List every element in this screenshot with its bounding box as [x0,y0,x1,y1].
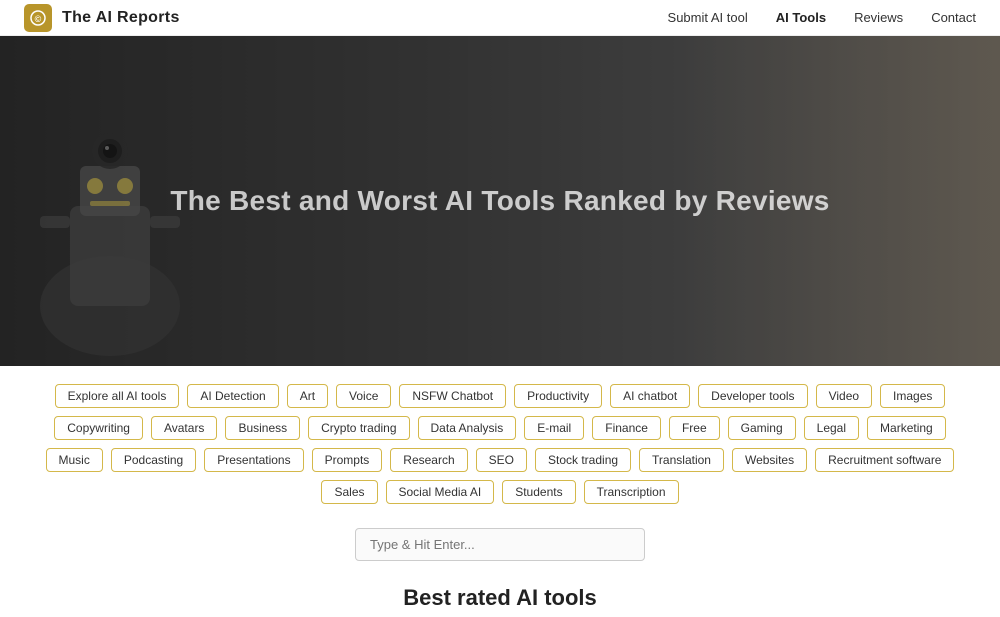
logo-icon: © [24,4,52,32]
tag-item[interactable]: Websites [732,448,807,472]
tag-item[interactable]: Video [816,384,872,408]
tag-item[interactable]: Explore all AI tools [55,384,180,408]
tag-item[interactable]: Productivity [514,384,602,408]
tag-item[interactable]: Presentations [204,448,303,472]
tag-item[interactable]: SEO [476,448,527,472]
hero-title: The Best and Worst AI Tools Ranked by Re… [170,185,829,217]
best-rated-title: Best rated AI tools [0,571,1000,617]
tag-item[interactable]: Stock trading [535,448,631,472]
tag-item[interactable]: Data Analysis [418,416,517,440]
tag-item[interactable]: Finance [592,416,661,440]
tag-item[interactable]: Art [287,384,328,408]
tags-section: Explore all AI tools AI Detection Art Voice… [0,366,1000,514]
site-title: The AI Reports [62,9,180,27]
tag-item[interactable]: Students [502,480,575,504]
tag-item[interactable]: Podcasting [111,448,196,472]
nav-contact[interactable]: Contact [931,10,976,25]
tag-item[interactable]: Voice [336,384,391,408]
tag-item[interactable]: Marketing [867,416,946,440]
tag-item[interactable]: Free [669,416,720,440]
tag-item[interactable]: AI chatbot [610,384,690,408]
hero-section: The Best and Worst AI Tools Ranked by Re… [0,36,1000,366]
nav-submit-ai-tool[interactable]: Submit AI tool [668,10,748,25]
tag-item[interactable]: Legal [804,416,859,440]
nav-ai-tools[interactable]: AI Tools [776,10,826,25]
robot-illustration [0,106,220,366]
logo-area: © The AI Reports [24,4,180,32]
tag-item[interactable]: Avatars [151,416,217,440]
tag-item[interactable]: Transcription [584,480,679,504]
header: © The AI Reports Submit AI tool AI Tools… [0,0,1000,36]
tag-item[interactable]: Sales [321,480,377,504]
tag-item[interactable]: Copywriting [54,416,143,440]
tag-item[interactable]: AI Detection [187,384,278,408]
tag-item[interactable]: Translation [639,448,724,472]
tag-item[interactable]: Gaming [728,416,796,440]
tag-item[interactable]: Developer tools [698,384,807,408]
tag-item[interactable]: Prompts [312,448,383,472]
search-area [0,514,1000,571]
tag-item[interactable]: NSFW Chatbot [399,384,506,408]
svg-text:©: © [35,14,42,24]
tag-item[interactable]: Crypto trading [308,416,409,440]
tag-item[interactable]: Music [46,448,103,472]
tag-item[interactable]: Images [880,384,945,408]
tag-item[interactable]: Social Media AI [386,480,495,504]
main-nav: Submit AI tool AI Tools Reviews Contact [668,10,976,25]
nav-reviews[interactable]: Reviews [854,10,903,25]
tag-item[interactable]: Research [390,448,467,472]
tag-item[interactable]: E-mail [524,416,584,440]
tag-item[interactable]: Business [225,416,300,440]
search-input[interactable] [355,528,645,561]
tag-item[interactable]: Recruitment software [815,448,954,472]
